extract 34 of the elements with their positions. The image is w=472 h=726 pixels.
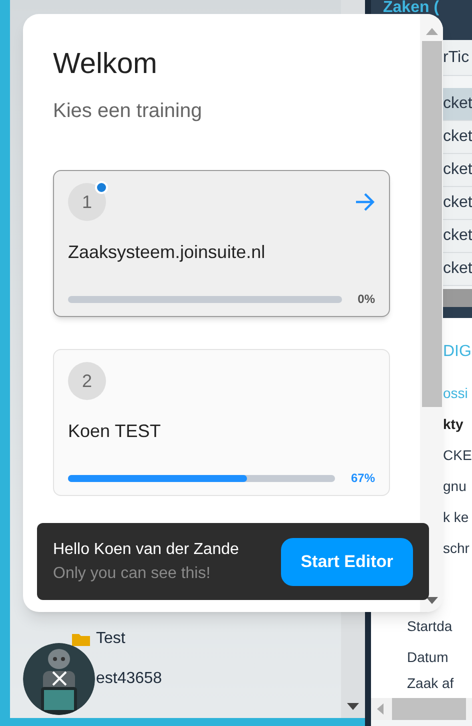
section-heading: DIG — [443, 342, 472, 362]
scrollbar-thumb[interactable] — [422, 41, 442, 407]
field-label: k ke — [443, 508, 469, 527]
step-number: 1 — [82, 190, 92, 214]
dialog-subtitle: Kies een training — [53, 99, 203, 124]
greeting-text: Hello Koen van der Zande — [53, 540, 239, 560]
scroll-down-icon[interactable] — [426, 597, 438, 604]
field-label: Zaak af — [407, 674, 454, 692]
field-label: schr — [443, 539, 470, 558]
scroll-left-icon[interactable] — [377, 703, 384, 715]
arrow-right-icon[interactable] — [355, 193, 375, 212]
scroll-down-icon[interactable] — [347, 703, 359, 710]
dialog-title: Welkom — [53, 47, 158, 82]
progress-percent: 0% — [358, 291, 375, 308]
close-icon[interactable] — [52, 671, 67, 686]
panel-title: Zaken ( — [383, 0, 440, 16]
progress-percent: 67% — [350, 470, 375, 488]
training-card[interactable]: 1 Zaaksysteem.joinsuite.nl 0% — [53, 170, 390, 318]
scrollbar-thumb[interactable] — [392, 698, 466, 720]
training-name: Zaaksysteem.joinsuite.nl — [68, 241, 266, 264]
field-label: CKE — [443, 446, 472, 465]
field-label: ossi — [443, 384, 468, 403]
field-label: Startda — [407, 617, 452, 636]
field-label: gnu — [443, 477, 466, 496]
training-card[interactable]: 2 Koen TEST 67% — [53, 349, 390, 496]
scroll-up-icon[interactable] — [426, 28, 438, 35]
field-label: Datum — [407, 648, 448, 667]
step-number: 2 — [82, 370, 92, 393]
tree-item[interactable]: est43658 — [96, 667, 162, 691]
training-name: Koen TEST — [68, 420, 162, 444]
note-text: Only you can see this! — [53, 564, 212, 584]
field-label: kty — [443, 415, 464, 434]
folder-icon — [72, 632, 90, 646]
tree-item[interactable]: Test — [96, 627, 126, 651]
